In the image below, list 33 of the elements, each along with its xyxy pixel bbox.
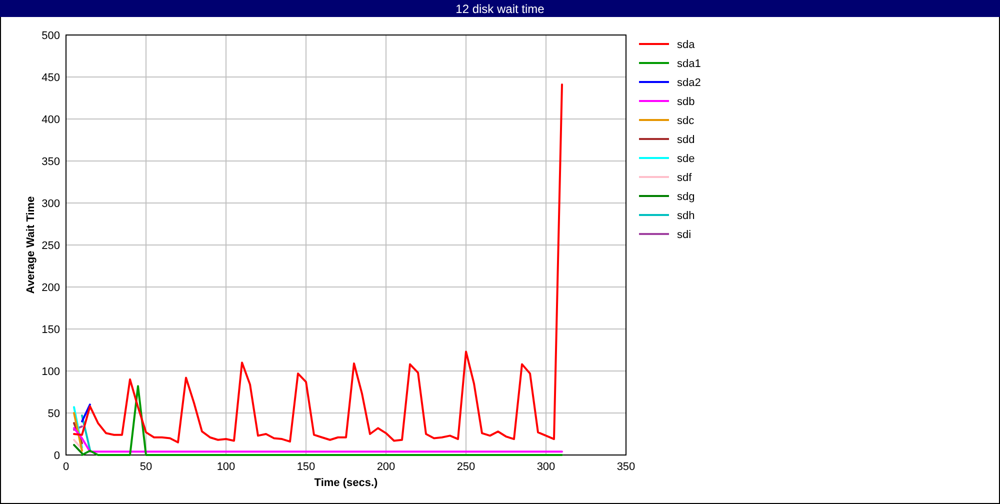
- y-tick-label: 150: [42, 324, 60, 336]
- x-axis-title: Time (secs.): [314, 477, 378, 489]
- legend-label: sdi: [677, 229, 692, 241]
- y-tick-label: 50: [48, 408, 60, 420]
- y-tick-label: 500: [42, 30, 60, 42]
- legend-label: sde: [677, 153, 695, 165]
- x-tick-label: 50: [140, 461, 152, 473]
- legend-label: sdf: [677, 172, 692, 184]
- x-tick-label: 200: [376, 461, 396, 473]
- y-tick-label: 450: [42, 72, 60, 84]
- y-tick-label: 250: [42, 240, 60, 252]
- legend-label: sda: [677, 39, 695, 51]
- y-tick-label: 100: [42, 366, 60, 378]
- y-tick-label: 350: [42, 156, 60, 168]
- x-tick-label: 300: [536, 461, 556, 473]
- legend-label: sdg: [677, 191, 695, 203]
- x-tick-label: 0: [62, 461, 70, 473]
- legend-label: sda2: [677, 77, 701, 89]
- x-tick-label: 150: [296, 461, 316, 473]
- legend-label: sdb: [677, 96, 695, 108]
- legend-label: sdd: [677, 134, 695, 146]
- x-tick-label: 100: [216, 461, 236, 473]
- y-tick-label: 0: [54, 450, 60, 462]
- x-tick-label: 250: [456, 461, 476, 473]
- legend-label: sda1: [677, 58, 701, 70]
- y-tick-label: 300: [42, 198, 60, 210]
- window-title: 12 disk wait time: [0, 0, 1000, 17]
- legend-label: sdh: [677, 210, 695, 222]
- y-tick-label: 400: [42, 114, 60, 126]
- legend-label: sdc: [677, 115, 694, 127]
- y-axis-title: Average Wait Time: [25, 196, 37, 294]
- y-tick-label: 200: [42, 282, 60, 294]
- x-tick-label: 350: [616, 461, 636, 473]
